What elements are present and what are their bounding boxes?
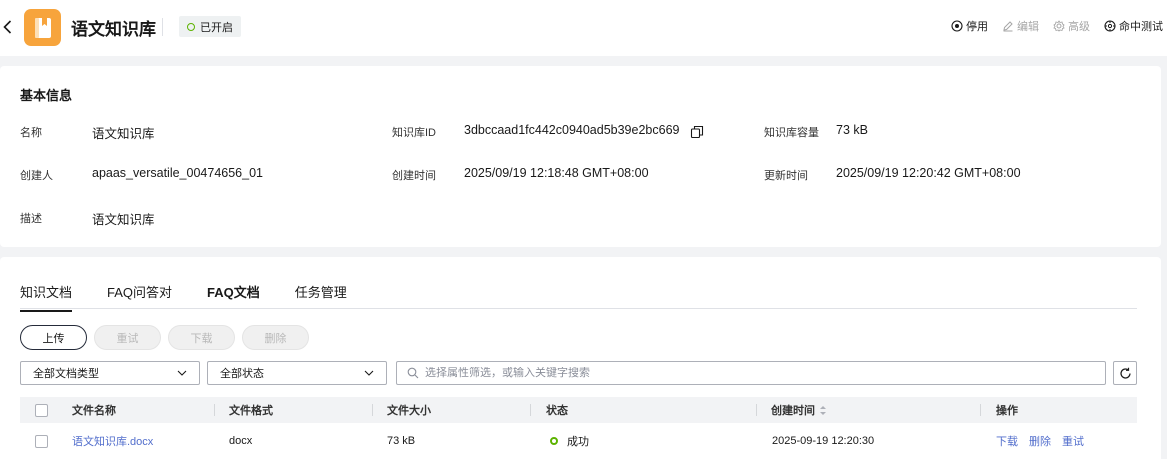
- hit-test-button-label: 命中测试: [1119, 21, 1163, 33]
- doc-type-select[interactable]: 全部文档类型: [20, 361, 200, 385]
- chevron-down-icon: [364, 370, 374, 376]
- header-actions: 停用 编辑 高级 命中测试: [951, 18, 1163, 34]
- title-divider: [162, 18, 163, 36]
- tab-task-management[interactable]: 任务管理: [295, 282, 347, 310]
- description-label: 描述: [20, 213, 42, 225]
- kb-id-label: 知识库ID: [392, 127, 436, 139]
- col-file-format: 文件格式: [229, 405, 273, 417]
- search-box: [396, 361, 1106, 385]
- advanced-button-label: 高级: [1068, 21, 1090, 33]
- knowledge-base-book-icon: [24, 9, 61, 46]
- file-name-link[interactable]: 语文知识库.docx: [72, 427, 153, 455]
- sort-icon: [820, 405, 826, 415]
- basic-info-card: 基本信息 名称 语文知识库 知识库ID 3dbccaad1fc442c0940a…: [0, 66, 1161, 247]
- retry-button[interactable]: 重试: [94, 325, 161, 350]
- download-button[interactable]: 下载: [168, 325, 235, 350]
- status-cell: 成功: [550, 427, 589, 455]
- page-header: 语文知识库 已开启 停用 编辑 高级 命中测试: [0, 0, 1167, 56]
- documents-card: 知识文档 FAQ问答对 FAQ文档 任务管理 上传 重试 下载 删除 全部文档类…: [0, 257, 1161, 459]
- col-status: 状态: [546, 405, 568, 417]
- column-separator: [214, 404, 215, 416]
- select-all-checkbox[interactable]: [35, 403, 48, 417]
- row-delete-link[interactable]: 删除: [1029, 433, 1051, 449]
- row-actions: 下载 删除 重试: [996, 427, 1084, 455]
- status-dot-icon: [187, 22, 195, 31]
- updated-time-value: 2025/09/19 12:20:42 GMT+08:00: [836, 166, 1021, 180]
- row-select-cell: [35, 427, 48, 455]
- creator-label: 创建人: [20, 170, 53, 182]
- search-input[interactable]: [425, 367, 1105, 379]
- row-checkbox[interactable]: [35, 434, 48, 448]
- refresh-button[interactable]: [1113, 361, 1137, 385]
- status-text: 成功: [567, 436, 589, 448]
- col-created-time[interactable]: 创建时间: [771, 397, 827, 423]
- disable-button-label: 停用: [966, 21, 988, 33]
- edit-button-label: 编辑: [1017, 21, 1039, 33]
- col-actions: 操作: [996, 405, 1018, 417]
- status-badge-label: 已开启: [200, 21, 233, 34]
- pencil-icon: [1003, 21, 1013, 32]
- tab-knowledge-docs[interactable]: 知识文档: [20, 282, 73, 312]
- page-title: 语文知识库: [71, 20, 156, 39]
- upload-button[interactable]: 上传: [20, 325, 87, 350]
- creator-value: apaas_versatile_00474656_01: [92, 166, 263, 180]
- kb-size-value: 73 kB: [836, 123, 868, 137]
- created-time-value: 2025/09/19 12:18:48 GMT+08:00: [464, 166, 649, 180]
- tab-bar: 知识文档 FAQ问答对 FAQ文档 任务管理: [20, 282, 382, 312]
- target-icon: [1104, 20, 1116, 32]
- advanced-button[interactable]: 高级: [1053, 18, 1090, 34]
- updated-time-label: 更新时间: [764, 170, 808, 182]
- name-value: 语文知识库: [92, 127, 155, 141]
- stop-circle-icon: [951, 20, 963, 32]
- chevron-down-icon: [177, 370, 187, 376]
- file-format-cell: docx: [229, 435, 253, 447]
- hit-test-button[interactable]: 命中测试: [1104, 18, 1163, 34]
- search-icon: [407, 367, 419, 379]
- description-value: 语文知识库: [92, 213, 155, 227]
- edit-button[interactable]: 编辑: [1002, 18, 1039, 34]
- doc-type-select-value: 全部文档类型: [33, 368, 99, 380]
- table-header: 文件名称 文件格式 文件大小 状态 创建时间 操作: [20, 397, 1137, 423]
- created-time-cell: 2025-09-19 12:20:30: [772, 435, 875, 447]
- column-separator: [530, 404, 531, 416]
- tab-faq-pairs[interactable]: FAQ问答对: [107, 282, 172, 310]
- created-time-label: 创建时间: [392, 170, 436, 182]
- status-badge: 已开启: [179, 16, 241, 37]
- back-arrow-icon[interactable]: [0, 16, 14, 38]
- disable-button[interactable]: 停用: [951, 18, 988, 34]
- file-size-cell: 73 kB: [387, 435, 416, 447]
- refresh-icon: [1119, 367, 1131, 379]
- select-all-cell: [35, 397, 48, 423]
- tab-divider: [20, 308, 1137, 309]
- kb-id-value: 3dbccaad1fc442c0940ad5b39e2bc669: [464, 123, 680, 137]
- status-select[interactable]: 全部状态: [207, 361, 387, 385]
- column-separator: [980, 404, 981, 416]
- gear-icon: [1053, 20, 1065, 32]
- basic-info-title: 基本信息: [20, 88, 73, 103]
- col-file-size: 文件大小: [387, 405, 431, 417]
- table-row: 语文知识库.docx docx 73 kB 成功 2025-09-19 12:2…: [20, 427, 1137, 455]
- column-separator: [372, 404, 373, 416]
- column-separator: [756, 404, 757, 416]
- col-file-name: 文件名称: [72, 405, 116, 417]
- delete-button[interactable]: 删除: [242, 325, 309, 350]
- success-status-icon: [550, 437, 558, 445]
- copy-icon[interactable]: [690, 125, 704, 139]
- row-download-link[interactable]: 下载: [996, 433, 1018, 449]
- tab-faq-docs[interactable]: FAQ文档: [207, 282, 260, 310]
- row-retry-link[interactable]: 重试: [1062, 433, 1084, 449]
- col-created-time-label: 创建时间: [771, 405, 815, 417]
- kb-size-label: 知识库容量: [764, 127, 819, 139]
- status-select-value: 全部状态: [220, 368, 264, 380]
- name-label: 名称: [20, 127, 42, 139]
